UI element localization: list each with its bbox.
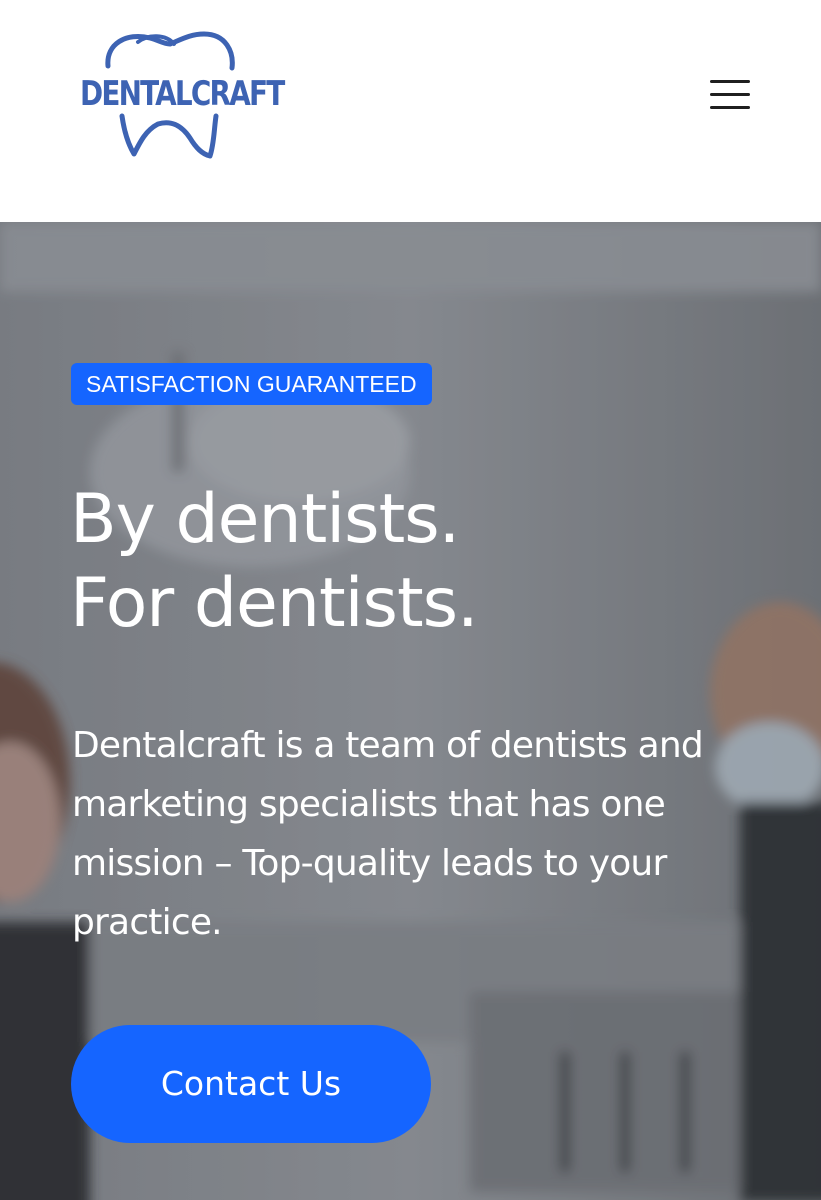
hero-headline: By dentists. For dentists. <box>70 478 479 646</box>
menu-bar <box>710 93 750 96</box>
site-header: DENTALCRAFT <box>0 0 821 222</box>
hero-section: SATISFACTION GUARANTEED By dentists. For… <box>0 222 821 1200</box>
menu-bar <box>710 106 750 109</box>
satisfaction-badge: SATISFACTION GUARANTEED <box>71 363 432 405</box>
hamburger-menu-icon[interactable] <box>704 74 756 116</box>
logo-text: DENTALCRAFT <box>80 74 285 114</box>
page: DENTALCRAFT SATISFACTION GUARANTEED By d… <box>0 0 821 1200</box>
menu-bar <box>710 80 750 83</box>
dentalcraft-logo[interactable]: DENTALCRAFT <box>78 30 285 160</box>
headline-line-1: By dentists. <box>70 480 460 559</box>
hero-description: Dentalcraft is a team of dentists and ma… <box>72 725 704 943</box>
contact-us-button[interactable]: Contact Us <box>71 1025 431 1143</box>
headline-line-2: For dentists. <box>70 564 479 643</box>
